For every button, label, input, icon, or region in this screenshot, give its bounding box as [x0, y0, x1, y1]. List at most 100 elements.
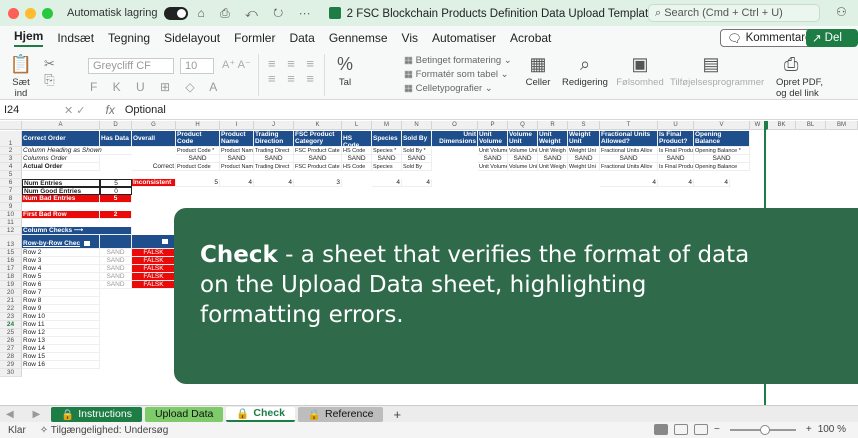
cell[interactable]: Species *: [372, 147, 402, 155]
cell[interactable]: Product Nam: [220, 147, 254, 155]
cell-row-label[interactable]: Row 4: [22, 265, 100, 273]
cell-num-entries-value[interactable]: 5: [100, 179, 132, 187]
cell[interactable]: HS Code: [342, 163, 372, 171]
cell-row-checks-label[interactable]: Row-by-Row Chec: [22, 235, 100, 249]
cell-columns-order-label[interactable]: Columns Order: [22, 155, 100, 163]
zoom-slider[interactable]: [729, 424, 796, 435]
font-size-select[interactable]: 10: [180, 58, 214, 74]
zoom-window-button[interactable]: [42, 7, 53, 19]
cell-overall-result[interactable]: FALSK: [132, 273, 176, 281]
tab-gennemse[interactable]: Gennemse: [329, 31, 388, 45]
cell[interactable]: Weight Uni: [568, 163, 600, 171]
cell[interactable]: 4: [694, 179, 730, 187]
cell[interactable]: Unit Volume: [478, 147, 508, 155]
header-cell-has-data[interactable]: Has Data: [100, 131, 132, 147]
header-cell-unit-dimensions[interactable]: Unit Dimensions: [432, 131, 478, 147]
filter-dropdown-icon[interactable]: [161, 238, 169, 245]
row-header[interactable]: 9: [0, 203, 22, 211]
alignment-icons[interactable]: ≡ ≡ ≡ ≡ ≡ ≡: [268, 56, 318, 86]
cell[interactable]: SAND: [254, 155, 294, 163]
tab-tegning[interactable]: Tegning: [108, 31, 150, 45]
cell-row-label[interactable]: Row 16: [22, 361, 100, 369]
conditional-formatting-button[interactable]: ▦ Betinget formatering ⌄: [404, 54, 512, 68]
row-header[interactable]: 26: [0, 337, 22, 345]
cell-has-data[interactable]: SAND: [100, 273, 132, 281]
cell[interactable]: 5: [176, 179, 220, 187]
cell[interactable]: SAND: [294, 155, 342, 163]
cell[interactable]: Species: [372, 163, 402, 171]
tab-automatiser[interactable]: Automatiser: [432, 31, 496, 45]
cell-row-label[interactable]: Row 12: [22, 329, 100, 337]
sheet-tab-check[interactable]: 🔒 Check: [226, 406, 295, 422]
header-cell-overall[interactable]: Overall: [132, 131, 176, 147]
cell-num-good-label[interactable]: Num Good Entries: [22, 187, 100, 195]
cell-header-blank[interactable]: [132, 235, 176, 249]
cell[interactable]: 4: [600, 179, 658, 187]
cell-row-label[interactable]: Row 13: [22, 337, 100, 345]
column-header-bk[interactable]: BK: [766, 121, 796, 130]
cell-row-label[interactable]: Row 2: [22, 249, 100, 257]
cell-header-blank[interactable]: [100, 235, 132, 249]
cell[interactable]: SAND: [372, 155, 402, 163]
column-header-o[interactable]: O: [432, 121, 478, 130]
header-cell-unit-volume[interactable]: Unit Volume: [478, 131, 508, 147]
row-header-selected[interactable]: 24: [0, 321, 22, 329]
row-header[interactable]: 13: [0, 235, 22, 249]
cell-overall-result[interactable]: FALSK: [132, 249, 176, 257]
cell[interactable]: SAND: [694, 155, 750, 163]
cell-num-bad-value[interactable]: 5: [100, 195, 132, 203]
cell-row-label[interactable]: Row 6: [22, 281, 100, 289]
cell[interactable]: FSC Product Cate: [294, 147, 342, 155]
cell-row-label[interactable]: Row 10: [22, 313, 100, 321]
cell[interactable]: Volume Unit: [508, 163, 538, 171]
cell[interactable]: Product Nam: [220, 163, 254, 171]
header-cell-sold-by[interactable]: Sold By: [402, 131, 432, 147]
select-all-corner[interactable]: [0, 121, 22, 130]
minimize-window-button[interactable]: [25, 7, 36, 19]
cell-row-label[interactable]: Row 7: [22, 289, 100, 297]
row-header[interactable]: 27: [0, 345, 22, 353]
column-header-v[interactable]: V: [694, 121, 750, 130]
font-grow-shrink-icons[interactable]: A⁺ A⁻: [222, 58, 251, 71]
row-header[interactable]: 29: [0, 361, 22, 369]
cell-column-checks-label[interactable]: Column Checks ⟶: [22, 227, 132, 235]
cell[interactable]: SAND: [600, 155, 658, 163]
row-header[interactable]: 19: [0, 281, 22, 289]
cell[interactable]: SAND: [538, 155, 568, 163]
cell[interactable]: Volume Unit: [508, 147, 538, 155]
cell[interactable]: Opening Balance *: [694, 147, 750, 155]
row-header[interactable]: 23: [0, 313, 22, 321]
column-header-p[interactable]: P: [478, 121, 508, 130]
cell[interactable]: Weight Uni: [568, 147, 600, 155]
cell[interactable]: SAND: [220, 155, 254, 163]
create-pdf-button[interactable]: ⎙ Opret PDF, og del link: [776, 54, 836, 99]
cell[interactable]: SAND: [176, 155, 220, 163]
header-cell-product-code[interactable]: Product Code: [176, 131, 220, 147]
cell-overall-result[interactable]: FALSK: [132, 281, 176, 289]
column-header-m[interactable]: M: [372, 121, 402, 130]
tab-formler[interactable]: Formler: [234, 31, 275, 45]
page-layout-view-button[interactable]: [674, 424, 688, 435]
sheet-tab-reference[interactable]: 🔒 Reference: [297, 406, 384, 422]
cell[interactable]: Sold By: [402, 163, 432, 171]
cell[interactable]: SAND: [658, 155, 694, 163]
tab-acrobat[interactable]: Acrobat: [510, 31, 551, 45]
column-header-h[interactable]: H: [176, 121, 220, 130]
cell-row-label[interactable]: Row 3: [22, 257, 100, 265]
row-header[interactable]: 1: [0, 131, 22, 147]
cell-overall-result[interactable]: FALSK: [132, 265, 176, 273]
header-cell-fractional-units[interactable]: Fractional Units Allowed?: [600, 131, 658, 147]
header-cell-weight-unit[interactable]: Weight Unit: [568, 131, 600, 147]
cell[interactable]: HS Code: [342, 147, 372, 155]
row-header[interactable]: 18: [0, 273, 22, 281]
cell-inconsistent-flag[interactable]: Inconsistent: [132, 179, 176, 187]
paste-button[interactable]: 📋 Sæt ind: [6, 54, 36, 99]
cell-row-label[interactable]: Row 11: [22, 321, 100, 329]
cell[interactable]: SAND: [568, 155, 600, 163]
function-icon[interactable]: fx: [106, 103, 115, 117]
cancel-confirm-icons[interactable]: ✕ ✓: [64, 104, 86, 117]
cell[interactable]: 4: [254, 179, 294, 187]
cell[interactable]: Trading Direct: [254, 147, 294, 155]
share-button[interactable]: ↗ Del: [806, 29, 858, 47]
cell-overall-result[interactable]: FALSK: [132, 257, 176, 265]
